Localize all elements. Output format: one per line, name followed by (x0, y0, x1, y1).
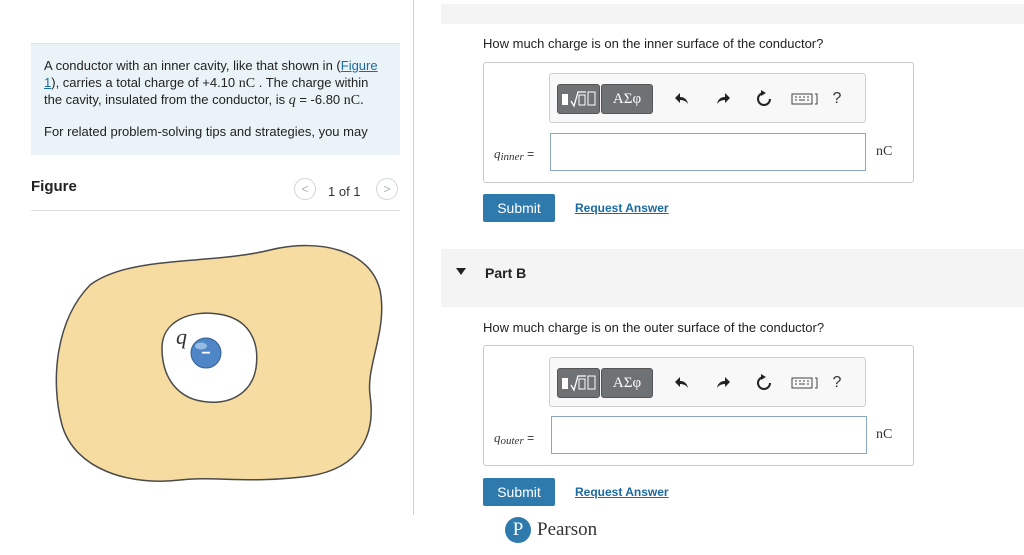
symbols-button[interactable]: ΑΣφ (601, 368, 653, 398)
keyboard-icon (791, 377, 818, 389)
reset-icon (757, 374, 771, 390)
problem-statement: A conductor with an inner cavity, like t… (31, 43, 400, 155)
conductor-figure: − q (55, 244, 383, 482)
help-button[interactable]: ? (826, 88, 848, 110)
keyboard-button[interactable] (790, 372, 820, 394)
chevron-right-icon: > (383, 182, 391, 196)
undo-icon (675, 377, 688, 388)
redo-button[interactable] (712, 88, 734, 110)
greek-symbols-icon: ΑΣφ (612, 90, 642, 107)
reset-button[interactable] (753, 372, 775, 394)
charge-sign: − (201, 345, 210, 362)
symbols-button[interactable]: ΑΣφ (601, 84, 653, 114)
part-a-variable-label: qinner = (494, 146, 535, 163)
caret-down-icon[interactable] (456, 268, 466, 275)
part-a-submit-button[interactable]: Submit (483, 194, 555, 222)
redo-icon (717, 93, 730, 104)
part-b-question: How much charge is on the outer surface … (483, 320, 825, 335)
figure-prev-button[interactable]: < (294, 178, 316, 200)
greek-symbols-icon: ΑΣφ (612, 374, 642, 391)
part-b-answer-input[interactable] (551, 416, 867, 454)
part-b-variable-label: qouter = (494, 430, 535, 447)
panel-divider (413, 0, 414, 515)
reset-button[interactable] (753, 88, 775, 110)
part-a-unit: nC (876, 144, 893, 159)
part-a-toolbar: ΑΣφ ? (549, 73, 866, 123)
part-b-title: Part B (485, 265, 527, 281)
templates-button[interactable] (557, 84, 600, 114)
redo-button[interactable] (712, 372, 734, 394)
part-b-answer-box: ΑΣφ ? qouter = nC (483, 345, 914, 466)
charge-label: q (176, 324, 187, 349)
part-a-answer-input[interactable] (550, 133, 866, 171)
help-icon: ? (832, 90, 842, 107)
redo-icon (717, 377, 730, 388)
pearson-wordmark: Pearson (537, 519, 598, 540)
pearson-logo-icon: P (505, 517, 531, 543)
part-b-unit: nC (876, 427, 893, 442)
part-b-request-answer-link[interactable]: Request Answer (575, 485, 669, 499)
reset-icon (757, 90, 771, 106)
undo-button[interactable] (671, 372, 693, 394)
top-header-strip (441, 4, 1024, 24)
part-a-answer-box: ΑΣφ ? qinner = nC (483, 62, 914, 183)
part-b-submit-button[interactable]: Submit (483, 478, 555, 506)
problem-text: A conductor with an inner cavity, like t… (44, 58, 378, 108)
chevron-left-icon: < (301, 182, 309, 196)
keyboard-icon (791, 93, 818, 105)
figure-heading: Figure (31, 178, 77, 195)
tips-text: For related problem-solving tips and str… (44, 123, 368, 139)
figure-divider (31, 210, 400, 211)
help-button[interactable]: ? (826, 372, 848, 394)
part-a-question: How much charge is on the inner surface … (483, 36, 824, 51)
part-a-request-answer-link[interactable]: Request Answer (575, 201, 669, 215)
undo-button[interactable] (671, 88, 693, 110)
undo-icon (675, 93, 688, 104)
keyboard-button[interactable] (790, 88, 820, 110)
figure-next-button[interactable]: > (376, 178, 398, 200)
part-b-header[interactable] (441, 249, 1024, 307)
figure-page-count: 1 of 1 (328, 184, 361, 199)
help-icon: ? (832, 374, 842, 391)
part-b-toolbar: ΑΣφ ? (549, 357, 866, 407)
math-templates-icon (561, 375, 595, 392)
templates-button[interactable] (557, 368, 600, 398)
math-templates-icon (561, 91, 595, 108)
pearson-brand: P Pearson (505, 517, 597, 543)
